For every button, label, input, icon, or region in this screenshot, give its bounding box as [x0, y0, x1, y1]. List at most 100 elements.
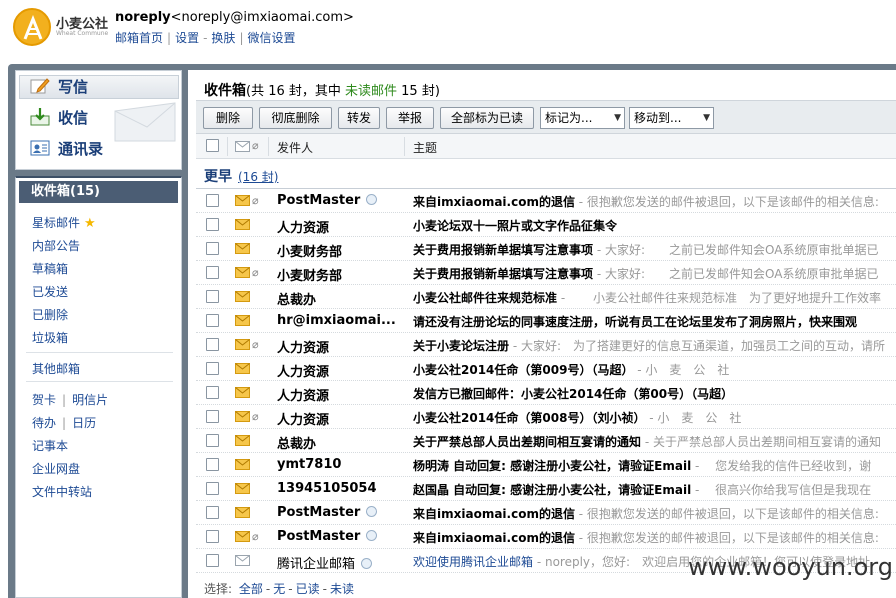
- folder-drafts[interactable]: 草稿箱: [32, 260, 68, 277]
- select-unread-link[interactable]: 未读: [330, 582, 354, 596]
- row-checkbox[interactable]: [206, 410, 219, 423]
- subject[interactable]: 小麦公社2014任命（第009号）（马超） - 小 麦 公 社: [413, 361, 896, 378]
- folder-starred[interactable]: 星标邮件 ★: [32, 214, 96, 231]
- email-row[interactable]: 总裁办 小麦公社邮件往来规范标准 - 小麦公社邮件往来规范标准 为了更好地提升工作…: [196, 285, 896, 309]
- mail-home-link[interactable]: 邮箱首页: [115, 31, 163, 45]
- sender[interactable]: PostMaster: [277, 505, 395, 520]
- email-row[interactable]: 人力资源 发信方已撤回邮件：小麦公社2014任命（第00号）（马超）: [196, 381, 896, 405]
- email-row[interactable]: 小麦财务部 关于费用报销新单据填写注意事项 - 大家好: 之前已发邮件知会OA系统…: [196, 237, 896, 261]
- group-count[interactable]: (16 封): [238, 170, 278, 184]
- settings-link[interactable]: 设置: [175, 31, 199, 45]
- row-checkbox[interactable]: [206, 554, 219, 567]
- skin-link[interactable]: 换肤: [211, 31, 235, 45]
- select-none-link[interactable]: 无: [273, 582, 285, 596]
- postcard-link[interactable]: 明信片: [72, 393, 108, 407]
- calendar-link[interactable]: 日历: [72, 416, 96, 430]
- sender[interactable]: ymt7810: [277, 457, 395, 472]
- select-all-checkbox[interactable]: [206, 139, 219, 152]
- sender[interactable]: 人力资源: [277, 409, 395, 428]
- email-row[interactable]: ymt7810 杨明涛 自动回复: 感谢注册小麦公社，请验证Email - 您发给…: [196, 453, 896, 477]
- sender[interactable]: 人力资源: [277, 337, 395, 356]
- sender[interactable]: hr@imxiaomai....: [277, 313, 395, 328]
- unread-link[interactable]: 未读邮件: [345, 84, 397, 99]
- sender[interactable]: PostMaster: [277, 193, 395, 208]
- row-checkbox[interactable]: [206, 290, 219, 303]
- delete-button[interactable]: 删除: [203, 107, 253, 129]
- subject[interactable]: 来自imxiaomai.com的退信 - 很抱歉您发送的邮件被退回，以下是该邮件…: [413, 193, 896, 210]
- sender[interactable]: 小麦财务部: [277, 265, 395, 284]
- email-row[interactable]: ⌀ 人力资源 关于小麦论坛注册 - 大家好: 为了搭建更好的信息互通渠道，加强员工之…: [196, 333, 896, 357]
- folder-deleted[interactable]: 已删除: [32, 306, 68, 323]
- subject[interactable]: 杨明涛 自动回复: 感谢注册小麦公社，请验证Email - 您发给我的信件已经收…: [413, 457, 896, 474]
- sender[interactable]: 小麦财务部: [277, 241, 395, 260]
- receive-button[interactable]: 收信: [30, 107, 88, 129]
- sender[interactable]: 人力资源: [277, 361, 395, 380]
- sender[interactable]: PostMaster: [277, 529, 395, 544]
- sender[interactable]: 腾讯企业邮箱: [277, 553, 395, 572]
- row-checkbox[interactable]: [206, 218, 219, 231]
- greeting-card-link[interactable]: 贺卡: [32, 393, 56, 407]
- move-to-dropdown[interactable]: 移动到... ▼: [629, 107, 714, 129]
- folder-sent[interactable]: 已发送: [32, 283, 68, 300]
- todo-link[interactable]: 待办: [32, 416, 56, 430]
- sender[interactable]: 13945105054: [277, 481, 395, 496]
- subject[interactable]: 关于严禁总部人员出差期间相互宴请的通知 - 关于严禁总部人员出差期间相互宴请的通…: [413, 433, 896, 450]
- folder-spam[interactable]: 垃圾箱: [32, 329, 68, 346]
- subject[interactable]: 来自imxiaomai.com的退信 - 很抱歉您发送的邮件被退回，以下是该邮件…: [413, 505, 896, 522]
- subject[interactable]: 赵国晶 自动回复: 感谢注册小麦公社，请验证Email - 很高兴你给我写信但是…: [413, 481, 896, 498]
- select-read-link[interactable]: 已读: [296, 582, 320, 596]
- row-checkbox[interactable]: [206, 434, 219, 447]
- row-checkbox[interactable]: [206, 506, 219, 519]
- email-row[interactable]: 13945105054 赵国晶 自动回复: 感谢注册小麦公社，请验证Email -…: [196, 477, 896, 501]
- file-transfer-link[interactable]: 文件中转站: [32, 483, 92, 500]
- report-button[interactable]: 举报: [386, 107, 434, 129]
- contacts-button[interactable]: 通讯录: [30, 138, 103, 160]
- row-checkbox[interactable]: [206, 458, 219, 471]
- row-checkbox[interactable]: [206, 530, 219, 543]
- netdisk-link[interactable]: 企业网盘: [32, 460, 80, 477]
- forward-button[interactable]: 转发: [338, 107, 380, 129]
- subject[interactable]: 小麦公社2014任命（第008号）（刘小祯） - 小 麦 公 社: [413, 409, 896, 426]
- mark-as-dropdown[interactable]: 标记为... ▼: [540, 107, 625, 129]
- row-checkbox[interactable]: [206, 386, 219, 399]
- subject[interactable]: 小麦公社邮件往来规范标准 - 小麦公社邮件往来规范标准 为了更好地提升工作效率: [413, 289, 896, 306]
- folder-other-mailboxes[interactable]: 其他邮箱: [32, 360, 80, 377]
- sender[interactable]: 总裁办: [277, 289, 395, 308]
- notes-link[interactable]: 记事本: [32, 437, 68, 454]
- row-checkbox[interactable]: [206, 314, 219, 327]
- sender[interactable]: 人力资源: [277, 217, 395, 236]
- subject[interactable]: 关于小麦论坛注册 - 大家好: 为了搭建更好的信息互通渠道，加强员工之间的互动，…: [413, 337, 896, 354]
- row-checkbox[interactable]: [206, 338, 219, 351]
- email-row[interactable]: 总裁办 关于严禁总部人员出差期间相互宴请的通知 - 关于严禁总部人员出差期间相互宴…: [196, 429, 896, 453]
- subject[interactable]: 发信方已撤回邮件：小麦公社2014任命（第00号）（马超）: [413, 385, 896, 402]
- email-row[interactable]: ⌀ PostMaster 来自imxiaomai.com的退信 - 很抱歉您发送的邮…: [196, 189, 896, 213]
- sender[interactable]: 总裁办: [277, 433, 395, 452]
- row-checkbox[interactable]: [206, 242, 219, 255]
- email-row[interactable]: ⌀ PostMaster 来自imxiaomai.com的退信 - 很抱歉您发送的邮…: [196, 525, 896, 549]
- col-from[interactable]: 发件人: [277, 139, 313, 156]
- subject[interactable]: 关于费用报销新单据填写注意事项 - 大家好: 之前已发邮件知会OA系统原审批单据…: [413, 241, 896, 258]
- email-row[interactable]: ⌀ 小麦财务部 关于费用报销新单据填写注意事项 - 大家好: 之前已发邮件知会OA系…: [196, 261, 896, 285]
- row-checkbox[interactable]: [206, 482, 219, 495]
- sender[interactable]: 人力资源: [277, 385, 395, 404]
- subject[interactable]: 请还没有注册论坛的同事速度注册，听说有员工在论坛里发布了洞房照片，快来围观: [413, 313, 896, 330]
- email-row[interactable]: 人力资源 小麦论坛双十一照片或文字作品征集令: [196, 213, 896, 237]
- email-row[interactable]: hr@imxiaomai.... 请还没有注册论坛的同事速度注册，听说有员工在论坛…: [196, 309, 896, 333]
- subject[interactable]: 小麦论坛双十一照片或文字作品征集令: [413, 217, 896, 234]
- col-subject[interactable]: 主题: [413, 139, 437, 156]
- folder-announcements[interactable]: 内部公告: [32, 237, 80, 254]
- mark-all-read-button[interactable]: 全部标为已读: [440, 107, 534, 129]
- email-row[interactable]: PostMaster 来自imxiaomai.com的退信 - 很抱歉您发送的邮件…: [196, 501, 896, 525]
- email-row[interactable]: ⌀ 人力资源 小麦公社2014任命（第008号）（刘小祯） - 小 麦 公 社: [196, 405, 896, 429]
- folder-inbox[interactable]: 收件箱(15): [19, 181, 178, 203]
- subject[interactable]: 来自imxiaomai.com的退信 - 很抱歉您发送的邮件被退回，以下是该邮件…: [413, 529, 896, 546]
- delete-permanently-button[interactable]: 彻底删除: [259, 107, 332, 129]
- wechat-settings-link[interactable]: 微信设置: [247, 31, 295, 45]
- subject[interactable]: 关于费用报销新单据填写注意事项 - 大家好: 之前已发邮件知会OA系统原审批单据…: [413, 265, 896, 282]
- row-checkbox[interactable]: [206, 194, 219, 207]
- row-checkbox[interactable]: [206, 266, 219, 279]
- compose-button[interactable]: 写信: [30, 76, 88, 98]
- select-all-link[interactable]: 全部: [239, 582, 263, 596]
- email-row[interactable]: 人力资源 小麦公社2014任命（第009号）（马超） - 小 麦 公 社: [196, 357, 896, 381]
- row-checkbox[interactable]: [206, 362, 219, 375]
